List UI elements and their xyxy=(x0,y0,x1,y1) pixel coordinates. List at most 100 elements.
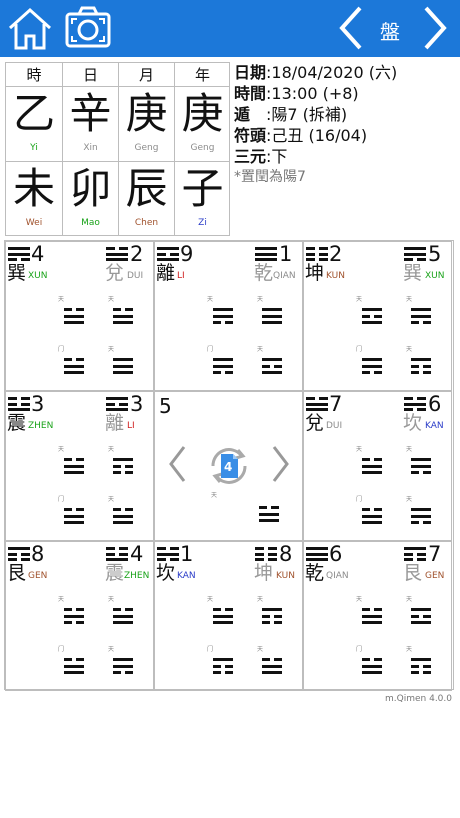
trigram-icon xyxy=(113,608,133,624)
palace-number-left: 1 xyxy=(180,542,194,566)
trigram-icon xyxy=(259,506,279,522)
tian-mark: 天 xyxy=(207,596,214,603)
tian-mark: 天 xyxy=(406,596,413,603)
palace-pinyin-right: KAN xyxy=(425,421,444,431)
palace-name-right: 坤 xyxy=(254,562,274,584)
trigram-icon xyxy=(362,508,382,524)
heavenly-stem: 辛 Xin xyxy=(63,87,118,161)
trigram-icon xyxy=(362,458,382,474)
time-value: :13:00 (+8) xyxy=(266,84,359,103)
chevron-right-icon[interactable] xyxy=(410,4,458,52)
nine-palace-grid: 4 巽 XUN 2 兌 DUI 天天门天 9 離 LI 1 乾 QIAN 天天门天 2 坤 KUN 5 巽 XUN 天天… xyxy=(4,240,454,691)
palace-number-left: 9 xyxy=(180,242,194,266)
palace-cell[interactable]: 9 離 LI 1 乾 QIAN 天天门天 xyxy=(154,241,303,391)
tian-mark: 天 xyxy=(356,596,363,603)
palace-cell[interactable]: 1 坎 KAN 8 坤 KUN 天天门天 xyxy=(154,541,303,691)
palace-pinyin-left: KUN xyxy=(326,271,345,281)
date-row: 日期:18/04/2020 (六) xyxy=(234,62,456,83)
palace-cell[interactable]: 5 4 天 xyxy=(154,391,303,541)
tian-mark: 天 xyxy=(58,446,65,453)
men-mark: 天 xyxy=(406,346,413,353)
men-mark: 天 xyxy=(406,646,413,653)
palace-number-right: 3 xyxy=(130,392,144,416)
palace-cell[interactable]: 8 艮 GEN 4 震 ZHEN 天天门天 xyxy=(5,541,154,691)
palace-name-right: 兌 xyxy=(105,262,125,284)
rotate-icon[interactable]: 4 xyxy=(203,440,255,492)
palace-name-right: 巽 xyxy=(403,262,423,284)
tian-mark: 天 xyxy=(356,296,363,303)
palace-name-left: 艮 xyxy=(7,562,27,584)
palace-pinyin-right: DUI xyxy=(127,271,144,281)
center-palace-number: 5 xyxy=(159,394,172,418)
heavenly-stem: 庚 Geng xyxy=(119,87,174,161)
trigram-icon xyxy=(64,608,84,624)
men-mark: 门 xyxy=(58,346,65,353)
men-mark: 天 xyxy=(108,346,115,353)
pillar-header: 日 xyxy=(63,63,118,87)
chevron-left-icon[interactable] xyxy=(167,444,187,484)
trigram-icon xyxy=(411,608,431,624)
dun-label: 遁 xyxy=(234,105,251,124)
palace-number-left: 2 xyxy=(329,242,343,266)
palace-pinyin-left: KAN xyxy=(177,571,196,581)
trigram-icon xyxy=(113,508,133,524)
men-mark: 门 xyxy=(207,646,214,653)
palace-pinyin-right: KUN xyxy=(276,571,295,581)
date-value: :18/04/2020 (六) xyxy=(266,63,398,82)
pillar-header: 年 xyxy=(175,63,230,87)
palace-name-right: 離 xyxy=(105,412,125,434)
trigram-icon xyxy=(64,458,84,474)
trigram-icon xyxy=(64,658,84,674)
trigram-icon xyxy=(404,247,426,261)
trigram-icon xyxy=(362,608,382,624)
trigram-icon xyxy=(306,247,328,261)
pillar-header: 時 xyxy=(6,63,62,87)
trigram-icon xyxy=(8,397,30,411)
branch-char: 辰 xyxy=(125,164,168,213)
palace-number-left: 4 xyxy=(31,242,45,266)
palace-name-left: 乾 xyxy=(305,562,325,584)
men-mark: 门 xyxy=(207,346,214,353)
palace-cell[interactable]: 2 坤 KUN 5 巽 XUN 天天门天 xyxy=(303,241,452,391)
palace-pinyin-right: QIAN xyxy=(273,271,296,281)
palace-number-left: 8 xyxy=(31,542,45,566)
palace-cell[interactable]: 6 乾 QIAN 7 艮 GEN 天天门天 xyxy=(303,541,452,691)
stem-char: 庚 xyxy=(181,89,224,138)
top-app-bar: 盤 xyxy=(0,0,460,57)
palace-cell[interactable]: 7 兌 DUI 6 坎 KAN 天天门天 xyxy=(303,391,452,541)
men-mark: 天 xyxy=(108,646,115,653)
rotate-badge-number: 4 xyxy=(224,460,233,474)
trigram-icon xyxy=(262,358,282,374)
home-icon[interactable] xyxy=(6,4,54,52)
trigram-icon xyxy=(262,658,282,674)
tian-mark: 天 xyxy=(108,596,115,603)
palace-pinyin-left: XUN xyxy=(28,271,48,281)
heavenly-stem: 乙 Yi xyxy=(6,87,62,161)
stem-pinyin: Geng xyxy=(190,143,215,153)
palace-name-left: 巽 xyxy=(7,262,27,284)
tian-mark: 天 xyxy=(207,296,214,303)
branch-pinyin: Mao xyxy=(81,218,100,228)
trigram-icon xyxy=(157,547,179,561)
fu-label: 符頭 xyxy=(234,126,267,145)
stem-pinyin: Xin xyxy=(83,143,98,153)
tian-mark: 天 xyxy=(406,296,413,303)
palace-name-left: 坎 xyxy=(156,562,176,584)
trigram-icon xyxy=(255,547,277,561)
chevron-right-icon[interactable] xyxy=(271,444,291,484)
palace-pinyin-left: GEN xyxy=(28,571,48,581)
trigram-icon xyxy=(213,608,233,624)
palace-number-right: 1 xyxy=(279,242,293,266)
trigram-icon xyxy=(262,608,282,624)
palace-cell[interactable]: 3 震 ZHEN 3 離 LI 天天门天 xyxy=(5,391,154,541)
chart-info: 日期:18/04/2020 (六) 時間:13:00 (+8) 遁 :陽7 (拆… xyxy=(234,62,456,188)
trigram-icon xyxy=(411,458,431,474)
trigram-icon xyxy=(262,308,282,324)
men-mark: 门 xyxy=(356,646,363,653)
palace-cell[interactable]: 4 巽 XUN 2 兌 DUI 天天门天 xyxy=(5,241,154,391)
trigram-icon xyxy=(8,547,30,561)
fu-value: :己丑 (16/04) xyxy=(266,126,368,145)
trigram-icon xyxy=(8,247,30,261)
camera-icon[interactable] xyxy=(64,4,112,52)
branch-pinyin: Wei xyxy=(25,218,43,228)
